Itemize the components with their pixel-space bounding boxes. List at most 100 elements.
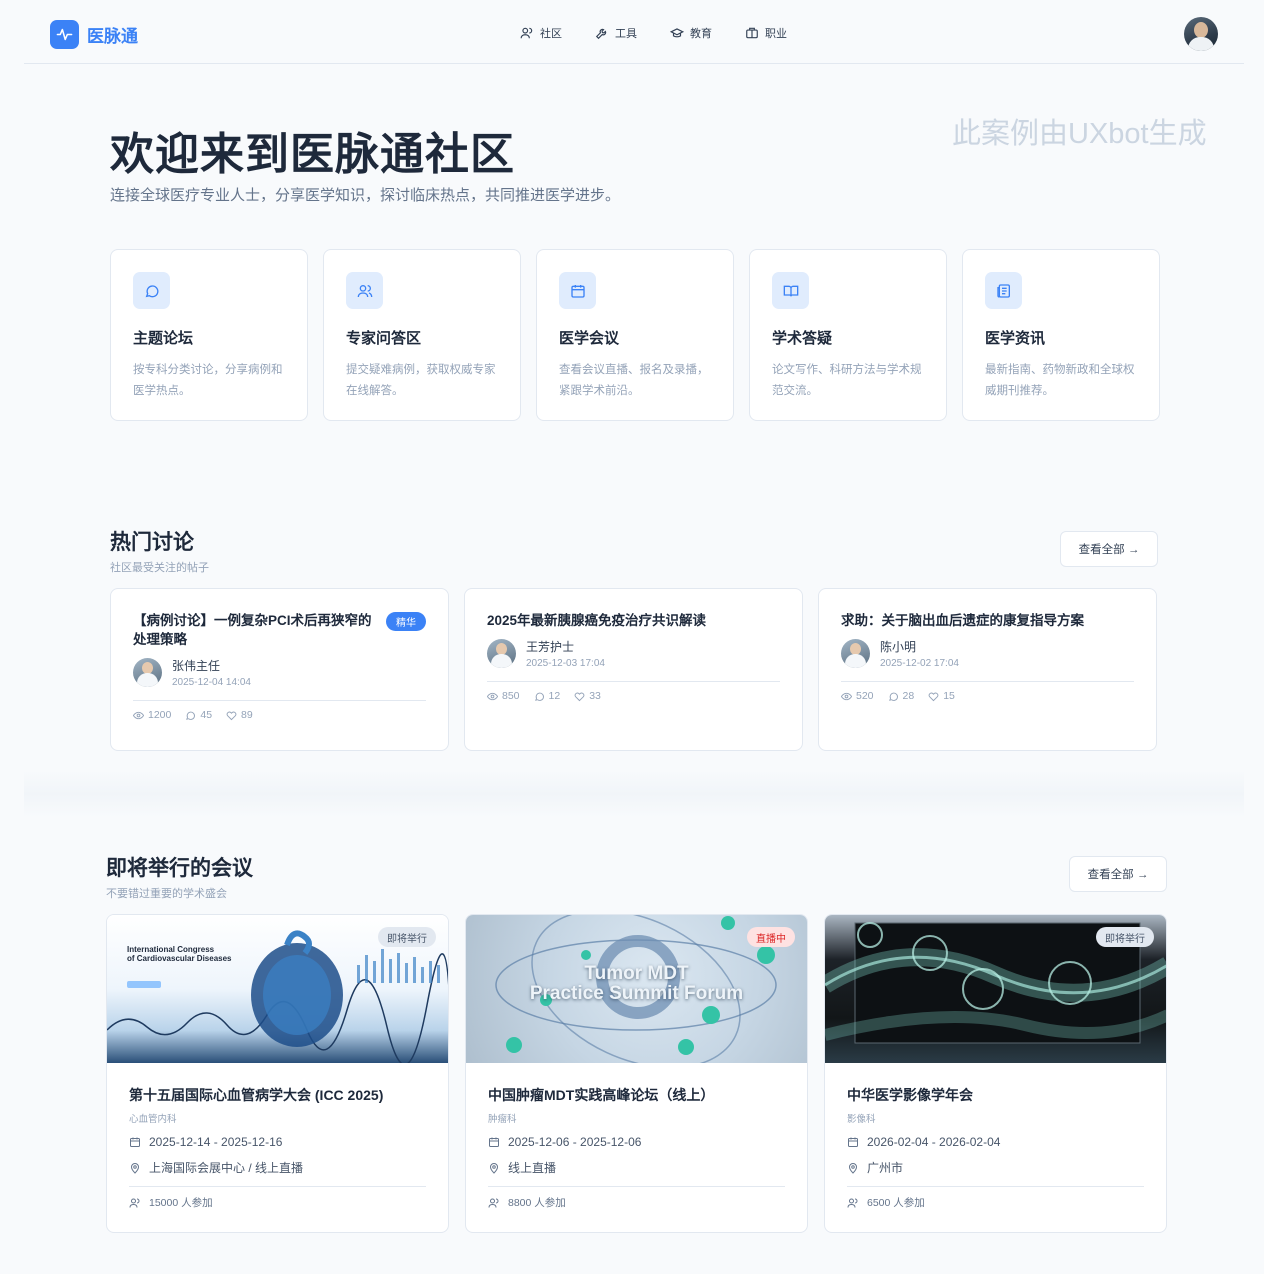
participants-text: 6500 人参加: [867, 1197, 925, 1209]
eye-icon: [487, 692, 498, 700]
conference-dates: 2025-12-06 - 2025-12-06: [488, 1135, 785, 1149]
book-open-icon: [772, 272, 809, 309]
comments-stat[interactable]: 45: [185, 709, 212, 721]
section-title-conferences: 即将举行的会议: [106, 857, 253, 880]
image-caption-line: International Congress: [127, 945, 215, 954]
author-info: 王芳护士 2025-12-03 17:04: [487, 638, 780, 669]
status-badge: 直播中: [747, 927, 795, 947]
calendar-icon: [848, 1137, 858, 1147]
eye-icon: [133, 711, 144, 719]
author-avatar[interactable]: [841, 639, 870, 668]
conference-location: 上海国际会展中心 / 线上直播: [129, 1159, 426, 1176]
comments-stat[interactable]: 28: [888, 690, 914, 702]
nav-item-community[interactable]: 社区: [520, 25, 562, 41]
author-info: 张伟主任 2025-12-04 14:04: [133, 657, 426, 688]
post-stats: 850 12 33: [487, 690, 780, 702]
views-count: 850: [502, 690, 520, 702]
discussion-card[interactable]: 2025年最新胰腺癌免疫治疗共识解读 王芳护士 2025-12-03 17:04…: [464, 588, 803, 751]
brand-logo[interactable]: 医脉通: [50, 20, 138, 49]
feature-title: 医学会议: [559, 330, 620, 347]
likes-count: 33: [589, 690, 601, 702]
graduation-cap-icon: [670, 28, 684, 38]
likes-stat[interactable]: 33: [574, 690, 601, 702]
author-avatar[interactable]: [133, 658, 162, 687]
status-badge: 即将举行: [1096, 927, 1154, 947]
conference-list: International Congress of Cardiovascular…: [106, 914, 1167, 1233]
feature-card-expert-qa[interactable]: 专家问答区 提交疑难病例，获取权威专家在线解答。: [323, 249, 521, 421]
conference-card[interactable]: International Congress of Cardiovascular…: [106, 914, 449, 1233]
feature-card-academic[interactable]: 学术答疑 论文写作、科研方法与学术规范交流。: [749, 249, 947, 421]
feature-title: 医学资讯: [985, 330, 1046, 347]
views-stat: 850: [487, 690, 520, 702]
map-pin-icon: [489, 1162, 499, 1174]
discussion-list: 【病例讨论】一例复杂PCI术后再狭窄的处理策略 精华 张伟主任 2025-12-…: [110, 588, 1157, 751]
divider: [488, 1186, 785, 1187]
views-count: 1200: [148, 709, 172, 721]
comments-count: 12: [548, 690, 561, 702]
nav-label: 职业: [765, 28, 787, 40]
nav-item-tools[interactable]: 工具: [595, 25, 637, 41]
map-pin-icon: [848, 1162, 858, 1174]
author-name[interactable]: 张伟主任: [172, 657, 251, 674]
section-divider-band: [24, 770, 1244, 818]
map-pin-icon: [130, 1162, 140, 1174]
nav-label: 工具: [615, 28, 637, 40]
location-text: 线上直播: [508, 1161, 557, 1175]
discussion-title[interactable]: 2025年最新胰腺癌免疫治疗共识解读: [487, 611, 777, 630]
conference-card[interactable]: 即将举行 中华医学影像学年会 影像科 2026-02-04 - 2026-02-…: [824, 914, 1167, 1233]
image-caption: International Congress of Cardiovascular…: [127, 945, 232, 963]
views-stat: 520: [841, 690, 874, 702]
discussion-card[interactable]: 求助：关于脑出血后遗症的康复指导方案 陈小明 2025-12-02 17:04 …: [818, 588, 1157, 751]
nav-label: 教育: [690, 28, 712, 40]
views-count: 520: [856, 690, 874, 702]
discussion-title[interactable]: 【病例讨论】一例复杂PCI术后再狭窄的处理策略: [133, 611, 377, 649]
post-time: 2025-12-02 17:04: [880, 658, 959, 669]
newspaper-icon: [985, 272, 1022, 309]
nav-item-education[interactable]: 教育: [670, 25, 712, 41]
users-icon: [346, 272, 383, 309]
feature-card-forum[interactable]: 主题论坛 按专科分类讨论，分享病例和医学热点。: [110, 249, 308, 421]
briefcase-icon: [746, 27, 758, 39]
brand-name: 医脉通: [87, 27, 138, 46]
conference-participants: 15000 人参加: [129, 1195, 426, 1210]
view-all-conferences-button[interactable]: 查看全部 →: [1069, 856, 1167, 892]
likes-count: 15: [943, 690, 955, 702]
conference-image[interactable]: International Congress of Cardiovascular…: [107, 915, 448, 1063]
comments-stat[interactable]: 12: [534, 690, 561, 702]
calendar-icon: [559, 272, 596, 309]
users-icon: [129, 1198, 140, 1208]
feature-card-news[interactable]: 医学资讯 最新指南、药物新政和全球权威期刊推荐。: [962, 249, 1160, 421]
top-header: 医脉通 社区 工具 教育 职业: [24, 0, 1244, 64]
post-stats: 1200 45 89: [133, 709, 426, 721]
conference-title[interactable]: 中华医学影像学年会: [847, 1085, 1144, 1105]
conference-image[interactable]: Tumor MDT Practice Summit Forum 直播中: [466, 915, 807, 1063]
author-avatar[interactable]: [487, 639, 516, 668]
author-name[interactable]: 王芳护士: [526, 638, 605, 655]
likes-stat[interactable]: 15: [928, 690, 955, 702]
likes-stat[interactable]: 89: [226, 709, 253, 721]
section-subtitle-discussions: 社区最受关注的帖子: [110, 562, 209, 574]
conference-title[interactable]: 中国肿瘤MDT实践高峰论坛（线上）: [488, 1085, 785, 1105]
page-subtitle: 连接全球医疗专业人士，分享医学知识，探讨临床热点，共同推进医学进步。: [110, 187, 621, 204]
user-avatar[interactable]: [1184, 17, 1218, 51]
discussion-card[interactable]: 【病例讨论】一例复杂PCI术后再狭窄的处理策略 精华 张伟主任 2025-12-…: [110, 588, 449, 751]
dates-text: 2025-12-06 - 2025-12-06: [508, 1135, 642, 1149]
view-all-discussions-button[interactable]: 查看全部 →: [1060, 531, 1158, 567]
views-stat: 1200: [133, 709, 171, 721]
dates-text: 2025-12-14 - 2025-12-16: [149, 1135, 283, 1149]
users-icon: [520, 27, 533, 39]
divider: [841, 681, 1134, 682]
post-stats: 520 28 15: [841, 690, 1134, 702]
conference-card[interactable]: Tumor MDT Practice Summit Forum 直播中 中国肿瘤…: [465, 914, 808, 1233]
nav-item-career[interactable]: 职业: [745, 25, 787, 41]
conference-title[interactable]: 第十五届国际心血管病学大会 (ICC 2025): [129, 1085, 426, 1105]
pulse-icon: [50, 20, 79, 49]
feature-card-conference[interactable]: 医学会议 查看会议直播、报名及录播，紧跟学术前沿。: [536, 249, 734, 421]
feature-title: 学术答疑: [772, 330, 833, 347]
discussion-title[interactable]: 求助：关于脑出血后遗症的康复指导方案: [841, 611, 1131, 630]
author-name[interactable]: 陈小明: [880, 638, 959, 655]
conference-image[interactable]: 即将举行: [825, 915, 1166, 1063]
comment-icon: [534, 692, 544, 701]
users-icon: [847, 1198, 858, 1208]
section-subtitle-conferences: 不要错过重要的学术盛会: [106, 888, 227, 900]
